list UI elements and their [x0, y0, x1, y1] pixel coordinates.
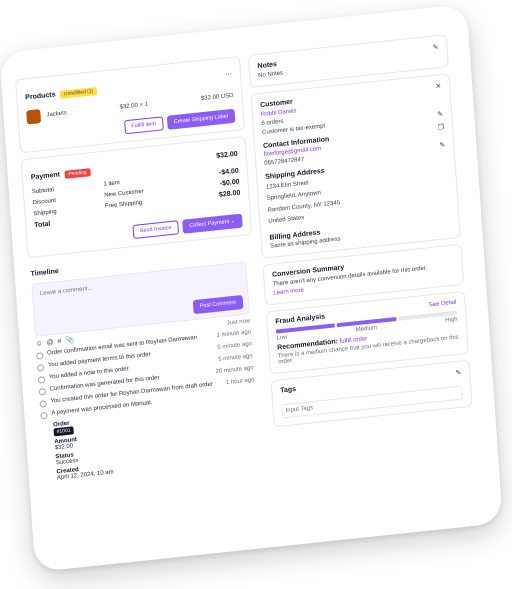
notes-title: Notes: [257, 60, 278, 70]
product-unit-price: $32.00 × 1: [119, 101, 149, 111]
pending-badge: Pending: [64, 168, 91, 179]
see-detail-link[interactable]: See Detail: [429, 300, 457, 309]
fraud-title: Fraud Analysis: [275, 312, 326, 326]
fraud-level-high: High: [445, 316, 458, 324]
timeline-time: 1 hour ago: [225, 377, 255, 387]
customer-phone: 085728472847: [264, 156, 305, 167]
timeline-time: 5 minute ago: [218, 353, 253, 363]
timeline-dot-icon: [38, 388, 47, 396]
fraud-level-medium: Medium: [355, 324, 378, 333]
customer-card: Customer ✕ Robbi Darwis 6 orders Custome…: [250, 73, 461, 259]
timeline-time: 5 minute ago: [217, 341, 253, 351]
fraud-card: Fraud Analysis See Detail Low Medium Hig…: [265, 290, 469, 375]
timeline-dot-icon: [39, 399, 47, 408]
order-detail-card: Products Unfulfilled (1) ⋯ Jackets $32.0…: [0, 3, 503, 573]
attachment-icon[interactable]: 📎: [65, 336, 74, 345]
right-column: Notes ✎ No Notes Customer ✕ Robbi Darwis…: [247, 34, 473, 433]
payment-title: Payment: [30, 171, 61, 182]
close-icon[interactable]: ✕: [435, 82, 441, 91]
more-options-icon[interactable]: ⋯: [225, 70, 232, 79]
product-total: $32.00 USD: [200, 92, 234, 103]
jacket-thumbnail: [26, 109, 42, 125]
hashtag-icon[interactable]: #: [57, 338, 61, 345]
copy-icon[interactable]: ❐: [438, 123, 445, 132]
mention-icon[interactable]: @: [46, 338, 54, 346]
timeline-time: 1 minute ago: [216, 329, 252, 339]
left-column: Products Unfulfilled (1) ⋯ Jackets $32.0…: [15, 55, 269, 496]
tags-title: Tags: [280, 385, 297, 395]
payment-top-amount: $32.00: [216, 150, 238, 160]
emoji-icon[interactable]: ☺: [35, 340, 43, 348]
collect-payment-button[interactable]: Collect Payment ⌄: [181, 213, 243, 234]
payment-row-value: [201, 201, 241, 212]
products-title: Products: [25, 91, 56, 102]
payment-card: Payment Pending $32.00 Subtotal 1 item -…: [20, 135, 253, 259]
create-shipping-label-button[interactable]: Create Shipping Label: [166, 108, 236, 130]
timeline-dot-icon: [36, 364, 45, 372]
timeline-time: 20 minute ago: [215, 365, 254, 376]
edit-contact-icon[interactable]: ✎: [439, 141, 445, 150]
chevron-down-icon: ⌄: [230, 218, 236, 225]
unfulfilled-badge: Unfulfilled (1): [59, 87, 98, 99]
timeline-dot-icon: [40, 411, 48, 420]
collect-payment-label: Collect Payment: [189, 218, 230, 230]
screenshot-stage: Products Unfulfilled (1) ⋯ Jackets $32.0…: [0, 0, 512, 589]
product-name: Jackets: [46, 110, 68, 119]
edit-customer-icon[interactable]: ✎: [437, 110, 443, 119]
timeline-card: Timeline Post Comment ☺ @ # 📎 Just now: [27, 240, 269, 490]
fulfill-item-button[interactable]: Fulfill item: [123, 116, 164, 135]
post-comment-button[interactable]: Post Comment: [192, 294, 244, 315]
order-number-badge: #1001: [53, 426, 74, 437]
timeline-time: Just now: [226, 318, 251, 327]
timeline-dot-icon: [37, 376, 46, 384]
timeline-dot-icon: [36, 352, 44, 360]
fraud-level-low: Low: [276, 334, 288, 342]
customer-title: Customer: [260, 98, 293, 109]
edit-tags-icon[interactable]: ✎: [455, 368, 461, 377]
edit-notes-icon[interactable]: ✎: [432, 43, 438, 52]
send-invoice-button[interactable]: Send Invoice: [132, 220, 179, 240]
